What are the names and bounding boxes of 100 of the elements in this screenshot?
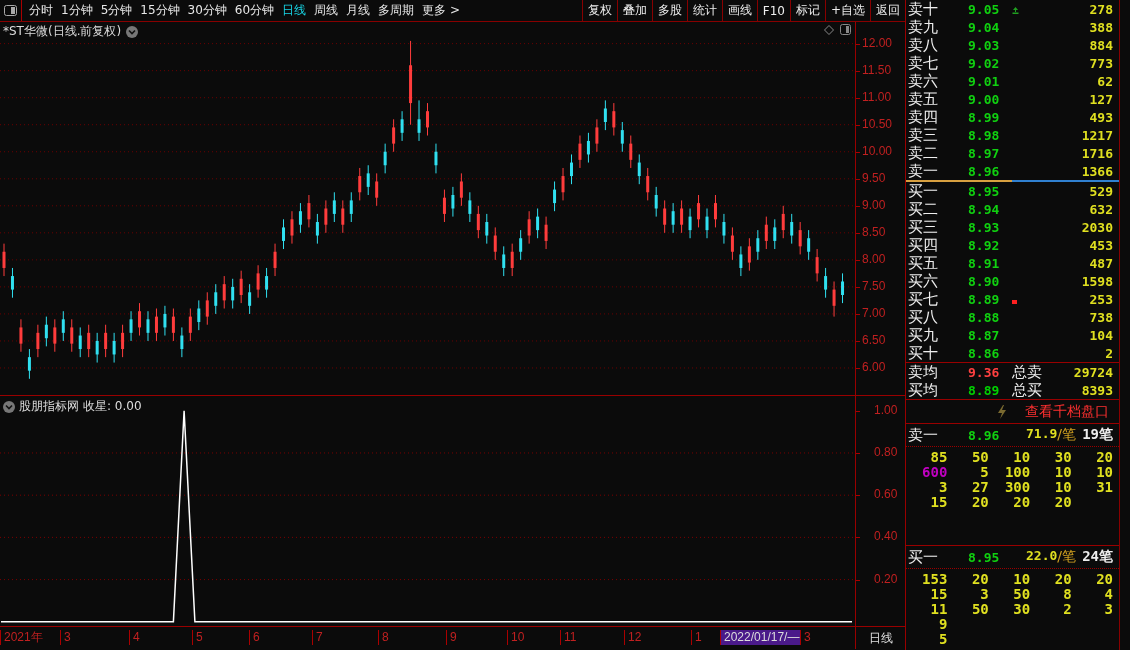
candlestick bbox=[222, 275, 226, 310]
toolbar-button[interactable]: 复权 bbox=[581, 0, 617, 21]
toolbar-button[interactable]: F10 bbox=[756, 0, 790, 21]
candlestick bbox=[773, 218, 777, 250]
period-tab[interactable]: 60分钟 bbox=[230, 2, 279, 19]
price-value: 9.01 bbox=[968, 74, 1001, 89]
more-button[interactable]: 更多 > bbox=[418, 2, 464, 19]
indicator-title: 股朋指标网 bbox=[19, 398, 79, 415]
queue-order: 10 bbox=[1095, 464, 1113, 480]
price-tick: 6.00 bbox=[862, 359, 886, 374]
period-tab[interactable]: 分时 bbox=[25, 2, 57, 19]
candlestick bbox=[358, 167, 362, 201]
candlestick bbox=[248, 283, 252, 315]
price-tick: 6.50 bbox=[862, 332, 886, 347]
panel-toggle-icon[interactable] bbox=[840, 24, 851, 35]
candlestick bbox=[790, 213, 794, 245]
toolbar-button[interactable]: 统计 bbox=[686, 0, 722, 21]
dropdown-icon[interactable] bbox=[3, 400, 15, 413]
price-value: 8.95 bbox=[968, 184, 1001, 199]
candlestick bbox=[832, 280, 836, 318]
date-label: 11 bbox=[560, 630, 579, 645]
toolbar-button[interactable]: 叠加 bbox=[616, 0, 652, 21]
order-level-label: 买八 bbox=[907, 308, 939, 327]
candlestick bbox=[586, 132, 590, 164]
candlestick bbox=[27, 348, 31, 380]
price-value: 8.99 bbox=[968, 110, 1001, 125]
period-tab[interactable]: 1分钟 bbox=[57, 2, 97, 19]
candlestick bbox=[10, 267, 14, 299]
queue-order: 8 bbox=[1062, 586, 1072, 602]
volume-value: 127 bbox=[1088, 92, 1114, 107]
candlestick bbox=[637, 153, 641, 185]
order-level-label: 卖七 bbox=[907, 54, 939, 73]
order-level-label: 卖六 bbox=[907, 72, 939, 91]
toolbar-button[interactable]: +自选 bbox=[824, 0, 870, 21]
candlestick bbox=[544, 216, 548, 250]
period-tab[interactable]: 15分钟 bbox=[136, 2, 184, 19]
order-level-label: 卖五 bbox=[907, 90, 939, 109]
queue-order: 85 bbox=[929, 449, 948, 465]
date-label: 3 bbox=[800, 630, 813, 645]
date-label: 2021年 bbox=[0, 630, 45, 645]
average-price: 8.89 bbox=[968, 383, 1001, 398]
candlestick bbox=[95, 332, 99, 364]
queue-order: 4 bbox=[1103, 586, 1113, 602]
value-tick: 0.60 bbox=[874, 487, 898, 502]
price-tick: 10.50 bbox=[862, 116, 893, 131]
price-value: 8.96 bbox=[968, 427, 1001, 443]
order-level-label: 买六 bbox=[907, 272, 939, 291]
candlestick bbox=[502, 245, 506, 277]
period-tab[interactable]: 周线 bbox=[310, 2, 343, 19]
order-level-label: 卖四 bbox=[907, 108, 939, 127]
volume-value: 493 bbox=[1088, 110, 1114, 125]
candlestick bbox=[730, 226, 734, 261]
candlestick bbox=[104, 324, 108, 358]
toolbar-button[interactable]: 多股 bbox=[651, 0, 687, 21]
candlestick bbox=[214, 283, 218, 315]
toolbar-button[interactable]: 返回 bbox=[870, 0, 905, 21]
period-tab[interactable]: 日线 bbox=[278, 2, 311, 19]
date-label: 12 bbox=[624, 630, 644, 645]
queue-order: 50 bbox=[1012, 586, 1031, 602]
queue-order: 31 bbox=[1095, 479, 1113, 495]
summary-label: 买均 bbox=[907, 381, 939, 400]
queue-order: 10 bbox=[1012, 449, 1031, 465]
volume-value: 453 bbox=[1088, 238, 1114, 253]
queue-order: 20 bbox=[1012, 494, 1031, 510]
volume-value: 1366 bbox=[1080, 164, 1114, 179]
period-tab[interactable]: 30分钟 bbox=[183, 2, 231, 19]
order-level-label: 卖三 bbox=[907, 126, 939, 145]
period-tab[interactable]: 5分钟 bbox=[96, 2, 137, 19]
price-value: 8.96 bbox=[968, 164, 1001, 179]
date-label: 10 bbox=[507, 630, 527, 645]
dropdown-icon[interactable] bbox=[126, 25, 139, 38]
queue-order: 300 bbox=[1003, 479, 1031, 495]
candlestick bbox=[383, 143, 387, 174]
depth-link[interactable]: 查看千档盘口 bbox=[1025, 402, 1109, 421]
candlestick bbox=[53, 318, 57, 353]
price-value: 9.04 bbox=[968, 20, 1001, 35]
order-level-label: 卖九 bbox=[907, 18, 939, 37]
queue-order: 30 bbox=[1012, 601, 1031, 617]
volume-value: 278 bbox=[1088, 2, 1114, 17]
volume-value: 529 bbox=[1088, 184, 1114, 199]
candlestick bbox=[44, 316, 48, 347]
candlestick bbox=[807, 229, 811, 261]
order-level-label: 买五 bbox=[907, 254, 939, 273]
price-value: 8.97 bbox=[968, 146, 1001, 161]
toolbar-button[interactable]: 画线 bbox=[721, 0, 757, 21]
order-level-label: 卖一 bbox=[907, 162, 939, 181]
order-level-label: 买十 bbox=[907, 344, 939, 363]
candlestick bbox=[688, 208, 692, 239]
order-count: 24笔 bbox=[1082, 548, 1113, 566]
total-label: 总卖 bbox=[1012, 363, 1043, 382]
queue-order: 3 bbox=[1103, 601, 1113, 617]
toolbar-button[interactable]: 标记 bbox=[789, 0, 825, 21]
price-value: 8.91 bbox=[968, 256, 1001, 271]
period-tab[interactable]: 多周期 bbox=[374, 2, 419, 19]
queue-order: 20 bbox=[1053, 494, 1072, 510]
candlestick bbox=[493, 226, 497, 261]
period-tab[interactable]: 月线 bbox=[342, 2, 375, 19]
queue-label: 卖一 bbox=[907, 425, 939, 445]
stock-title: *ST华微(日线.前复权) bbox=[3, 23, 122, 40]
candlestick bbox=[841, 272, 845, 304]
